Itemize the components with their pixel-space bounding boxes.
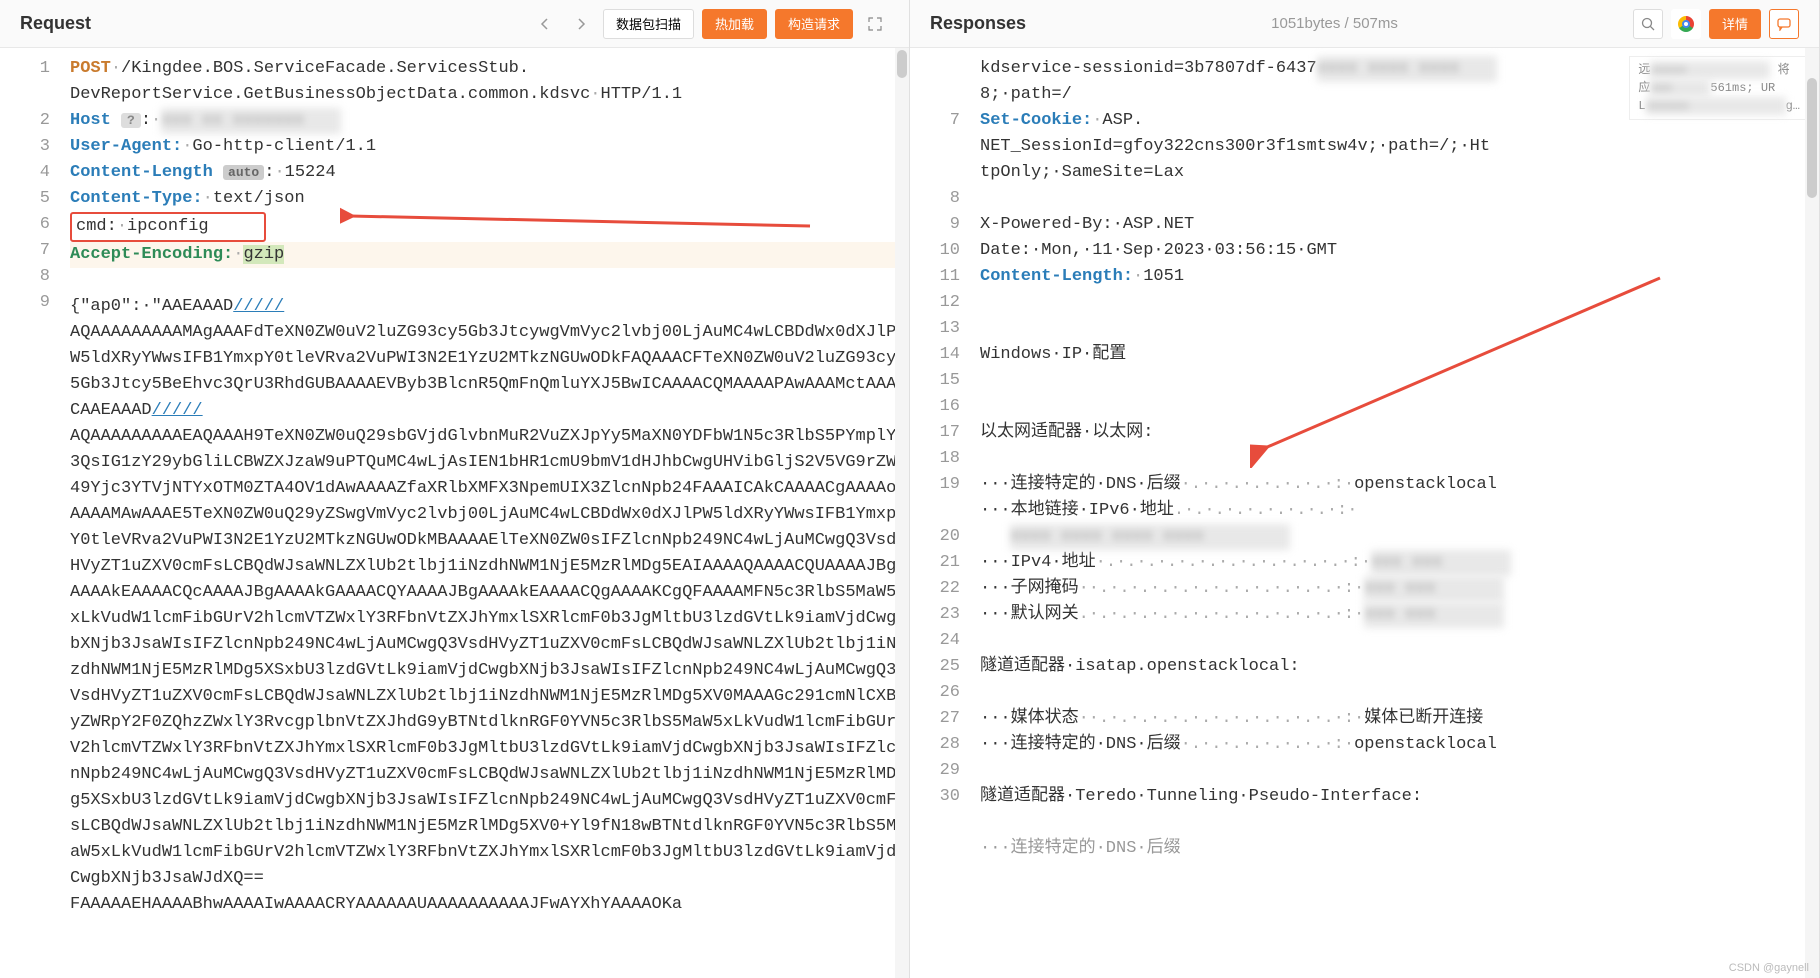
host-value-redacted: xxx xx xxxxxxx — [161, 108, 341, 134]
request-code[interactable]: 1 23 45 67 89 POST·/Kingdee.BOS.ServiceF… — [0, 48, 909, 978]
ct-header: Content-Type: — [70, 189, 203, 208]
prev-button[interactable] — [531, 10, 559, 38]
packet-scan-button[interactable]: 数据包扫描 — [603, 9, 694, 39]
ipv4-redacted: xxx xxx — [1371, 550, 1511, 576]
responses-code[interactable]: 7 8 910 1112 1314 1516 1718 19 2021 2223… — [910, 48, 1819, 978]
ipv6-redacted: xxxx xxxx xxxx xxxx — [1010, 524, 1290, 550]
request-panel: Request 数据包扫描 热加载 构造请求 1 23 45 67 89 POS… — [0, 0, 910, 978]
b64-link[interactable]: ///// — [233, 297, 284, 316]
cl-header: Content-Length — [70, 163, 213, 182]
resp-cl-header: Content-Length: — [980, 267, 1133, 286]
responses-header: Responses 1051bytes / 507ms 详情 — [910, 0, 1819, 48]
search-icon[interactable] — [1633, 9, 1663, 39]
ae-header: Accept-Encoding: — [70, 245, 233, 264]
set-cookie-header: Set-Cookie: — [980, 111, 1092, 130]
request-title: Request — [20, 13, 91, 34]
ua-header: User-Agent: — [70, 137, 182, 156]
responses-meta: 1051bytes / 507ms — [1271, 15, 1398, 32]
adapter-teredo: 隧道适配器·Teredo·Tunneling·Pseudo-Interface: — [980, 784, 1809, 810]
watermark: CSDN @gaynell — [1729, 962, 1809, 974]
http-method: POST — [70, 59, 111, 78]
request-body-2: AQAAAAAAAAAEAQAAAH9TeXN0ZW0uQ29sbGVjdGlv… — [70, 424, 899, 892]
auto-badge: auto — [223, 165, 264, 180]
build-request-button[interactable]: 构造请求 — [775, 9, 853, 39]
request-body: AQAAAAAAAAAMAgAAAFdTeXN0ZW0uV2luZG93cy5G… — [70, 320, 899, 424]
responses-scrollbar[interactable] — [1805, 48, 1819, 978]
request-header: Request 数据包扫描 热加载 构造请求 — [0, 0, 909, 48]
adapter-isatap: 隧道适配器·isatap.openstacklocal: — [980, 654, 1809, 680]
responses-gutter: 7 8 910 1112 1314 1516 1718 19 2021 2223… — [910, 48, 980, 978]
mask-redacted: xxx xxx — [1364, 576, 1504, 602]
ipconfig-title: Windows·IP·配置 — [980, 342, 1809, 368]
hot-reload-button[interactable]: 热加载 — [702, 9, 767, 39]
detail-button[interactable]: 详情 — [1709, 9, 1761, 39]
host-badge: ? — [121, 113, 141, 128]
next-button[interactable] — [567, 10, 595, 38]
gw-redacted: xxx xxx — [1364, 602, 1504, 628]
expand-icon[interactable] — [861, 10, 889, 38]
responses-title: Responses — [930, 13, 1026, 34]
session-redacted: xxxx xxxx xxxx — [1317, 56, 1497, 82]
request-scrollbar[interactable] — [895, 48, 909, 978]
timing-tooltip: 远xxxxx 将 应xxx561ms; UR Lxxxxxxg… — [1629, 56, 1809, 120]
chat-icon[interactable] — [1769, 9, 1799, 39]
responses-panel: Responses 1051bytes / 507ms 详情 7 8 910 1… — [910, 0, 1820, 978]
chrome-icon[interactable] — [1671, 9, 1701, 39]
request-body-3: FAAAAAEHAAAABhwAAAAIwAAAACRYAAAAAAUAAAAA… — [70, 892, 899, 918]
adapter-ethernet: 以太网适配器·以太网: — [980, 420, 1809, 446]
cmd-highlight-box: cmd:·ipconfig — [70, 212, 266, 242]
host-header: Host — [70, 111, 111, 130]
request-gutter: 1 23 45 67 89 — [0, 48, 70, 978]
